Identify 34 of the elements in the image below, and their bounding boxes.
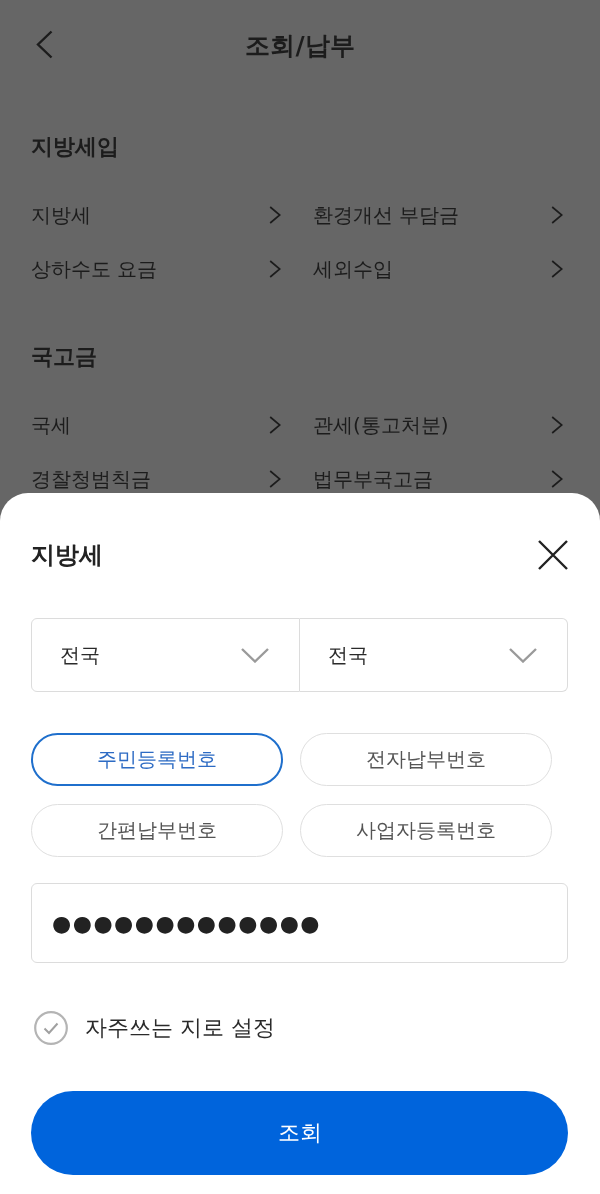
page-title: 조회/납부	[245, 30, 355, 62]
menu-item[interactable]: 법무부국고금	[313, 464, 563, 494]
menu-item[interactable]: 세외수입	[313, 254, 563, 284]
section-title: 지방세입	[31, 133, 119, 161]
chevron-right-icon	[551, 260, 563, 278]
menu-item[interactable]: 상하수도 요금	[31, 254, 281, 284]
chevron-right-icon	[269, 206, 281, 224]
menu-item[interactable]: 환경개선 부담금	[313, 200, 563, 230]
chevron-down-icon	[509, 647, 537, 663]
id-type-option[interactable]: 주민등록번호	[31, 733, 283, 786]
checkbox-label: 자주쓰는 지로 설정	[85, 1014, 275, 1042]
menu-item[interactable]: 경찰청범칙금	[31, 464, 281, 494]
id-type-option[interactable]: 간편납부번호	[31, 804, 283, 857]
region-dropdown[interactable]: 전국	[31, 618, 300, 692]
number-input-field[interactable]: ●●●●●●●●●●●●●	[31, 883, 568, 963]
id-type-option[interactable]: 사업자등록번호	[300, 804, 552, 857]
sheet-title: 지방세	[31, 540, 103, 571]
id-type-option[interactable]: 전자납부번호	[300, 733, 552, 786]
menu-item[interactable]: 관세(통고처분)	[313, 410, 563, 440]
menu-item[interactable]: 국세	[31, 410, 281, 440]
section-title: 국고금	[31, 343, 97, 371]
chevron-right-icon	[551, 470, 563, 488]
chevron-down-icon	[241, 647, 269, 663]
close-icon[interactable]	[538, 540, 568, 570]
chevron-right-icon	[551, 416, 563, 434]
chevron-right-icon	[269, 470, 281, 488]
chevron-right-icon	[551, 206, 563, 224]
chevron-right-icon	[269, 416, 281, 434]
region-dropdown[interactable]: 전국	[300, 618, 568, 692]
chevron-right-icon	[269, 260, 281, 278]
checkbox[interactable]	[34, 1011, 68, 1045]
back-icon[interactable]	[36, 30, 53, 59]
menu-item[interactable]: 지방세	[31, 200, 281, 230]
inquiry-button[interactable]: 조회	[31, 1091, 568, 1175]
